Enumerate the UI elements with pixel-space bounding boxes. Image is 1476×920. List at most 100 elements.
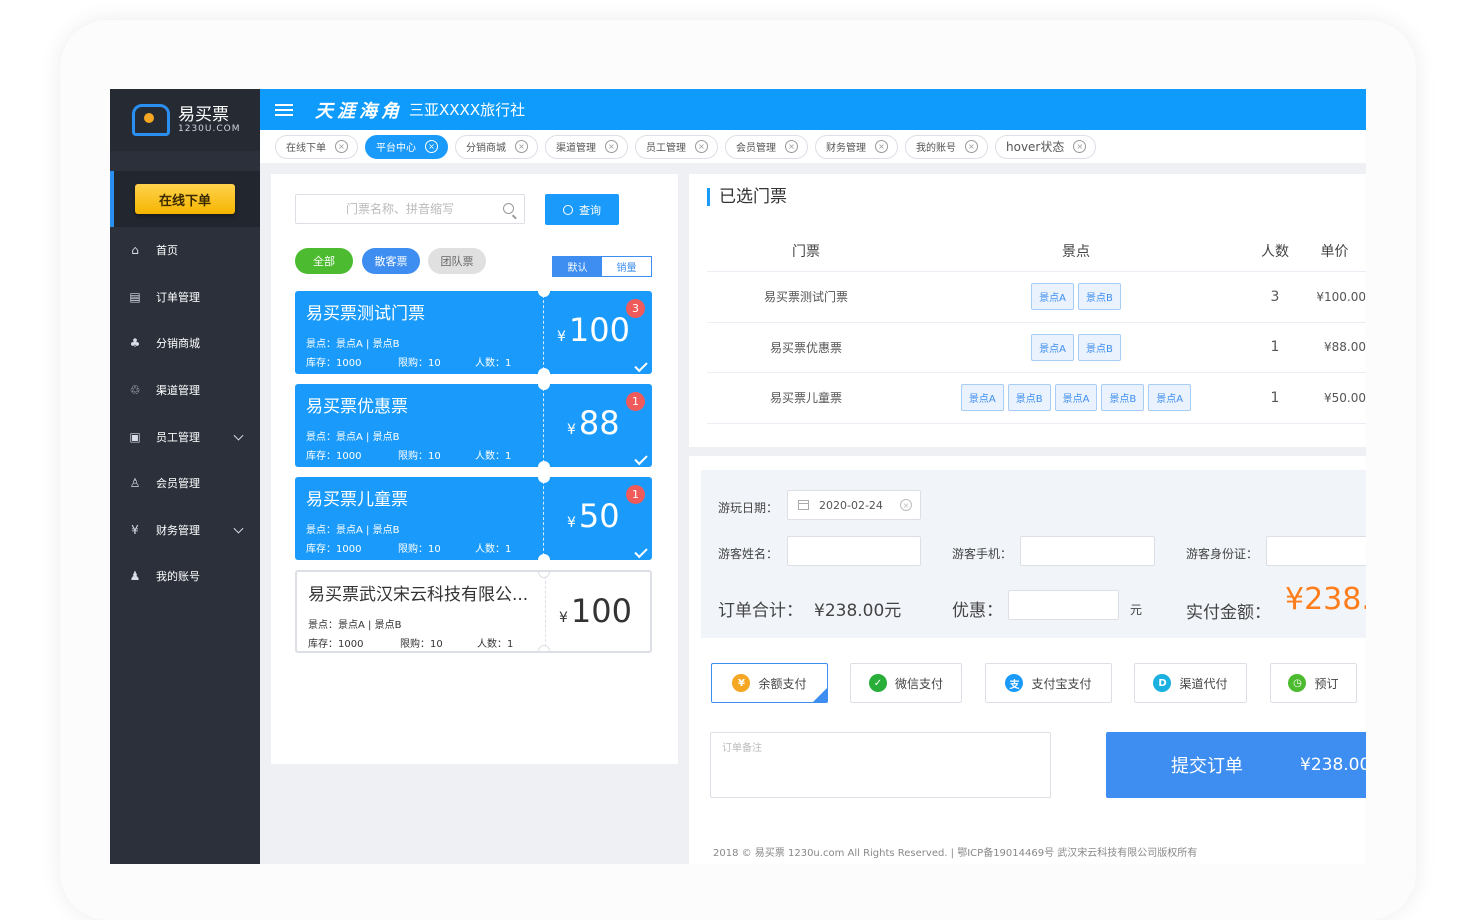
close-icon[interactable]: × — [515, 140, 528, 153]
total-value: ¥238.00元 — [814, 601, 902, 621]
ticket-count: 人数：1 — [475, 544, 512, 555]
order-remark-input[interactable] — [710, 732, 1051, 798]
close-icon[interactable]: × — [875, 140, 888, 153]
sidebar: 易买票 1230U.COM 在线下单 ⌂ 首页 ▤ 订单管理 ♣ 分销商城 ♲ 渠道管理 ▣ 员工… — [110, 89, 260, 864]
ticket-spots: 景点：景点A | 景点B — [306, 339, 400, 350]
close-icon[interactable]: × — [785, 140, 798, 153]
tab-2[interactable]: 分销商城 × — [455, 134, 538, 159]
sort-default[interactable]: 默认 — [553, 257, 602, 276]
phone-input[interactable] — [1020, 536, 1155, 566]
payment-option-0[interactable]: ¥ 余额支付 — [711, 663, 828, 703]
channel-icon: ♲ — [129, 383, 141, 398]
search-icon[interactable] — [503, 203, 514, 214]
spot-tag[interactable]: 景点B — [1077, 333, 1121, 361]
spot-tag[interactable]: 景点B — [1101, 384, 1145, 412]
tab-label: 分销商城 — [466, 143, 506, 154]
online-order-button[interactable]: 在线下单 — [135, 184, 235, 214]
spot-tag[interactable]: 景点A — [1054, 384, 1098, 412]
sidebar-item-4[interactable]: ▣ 员工管理 — [110, 413, 260, 460]
ticket-card[interactable]: 易买票测试门票 景点：景点A | 景点B 库存：1000 限购：10 人数：1 ¥100 3 — [295, 291, 652, 374]
tab-4[interactable]: 员工管理 × — [635, 134, 718, 159]
sidebar-item-1[interactable]: ▤ 订单管理 — [110, 274, 260, 321]
clear-icon[interactable]: × — [900, 499, 912, 511]
ticket-stock: 库存：1000 — [306, 358, 362, 369]
filter-all[interactable]: 全部 — [295, 248, 353, 274]
spot-tag[interactable]: 景点B — [1077, 283, 1121, 311]
payment-option-4[interactable]: ◷ 预订 — [1270, 663, 1357, 703]
check-icon — [634, 358, 648, 373]
ticket-card[interactable]: 易买票武汉宋云科技有限公... 景点：景点A | 景点B 库存：1000 限购：10 人… — [295, 570, 652, 653]
calendar-icon — [798, 500, 809, 510]
discount-input[interactable] — [1008, 590, 1119, 620]
close-icon[interactable]: × — [695, 140, 708, 153]
ticket-price-value: 50 — [578, 497, 620, 535]
ticket-card[interactable]: 易买票优惠票 景点：景点A | 景点B 库存：1000 限购：10 人数：1 ¥88 1 — [295, 384, 652, 467]
query-button[interactable]: 查询 — [545, 194, 619, 225]
filter-scatter[interactable]: 散客票 — [362, 248, 420, 274]
row-spots: 景点A 景点B — [905, 333, 1247, 361]
finance-icon: ¥ — [131, 522, 139, 537]
close-icon[interactable]: × — [605, 140, 618, 153]
row-count: 1 — [1270, 339, 1280, 356]
id-input[interactable] — [1266, 536, 1366, 566]
payment-option-3[interactable]: D 渠道代付 — [1134, 663, 1247, 703]
quantity-badge: 1 — [626, 392, 645, 411]
close-icon[interactable]: × — [335, 140, 348, 153]
payment-label: 渠道代付 — [1179, 676, 1228, 691]
spot-tag[interactable]: 景点A — [1031, 283, 1074, 311]
header-ticket: 门票 — [792, 243, 820, 260]
ticket-name: 易买票儿童票 — [306, 490, 408, 510]
topbar: 天涯海角 三亚XXXX旅行社 — [260, 89, 1366, 130]
close-icon[interactable]: × — [1073, 140, 1087, 153]
close-icon[interactable]: × — [965, 140, 978, 153]
discount-label: 优惠： — [952, 601, 1003, 621]
tab-1[interactable]: 平台中心 × — [365, 134, 448, 159]
tab-7[interactable]: 我的账号 × — [905, 134, 988, 159]
spot-tag[interactable]: 景点A — [1031, 333, 1074, 361]
chevron-down-icon[interactable] — [233, 430, 244, 441]
spot-tag[interactable]: 景点B — [1007, 384, 1051, 412]
sidebar-item-label: 订单管理 — [156, 290, 200, 304]
tab-8[interactable]: hover状态 × — [995, 134, 1097, 159]
sidebar-item-7[interactable]: ♟ 我的账号 — [110, 553, 260, 600]
spot-tag[interactable]: 景点A — [1148, 384, 1192, 412]
ticket-card[interactable]: 易买票儿童票 景点：景点A | 景点B 库存：1000 限购：10 人数：1 ¥50 1 — [295, 477, 652, 560]
account-icon: ♟ — [129, 569, 141, 584]
date-picker[interactable]: 2020-02-24 × — [787, 490, 921, 520]
sidebar-item-3[interactable]: ♲ 渠道管理 — [110, 367, 260, 414]
sidebar-item-5[interactable]: ♙ 会员管理 — [110, 460, 260, 507]
ticket-divider — [543, 295, 544, 370]
tab-3[interactable]: 渠道管理 × — [545, 134, 628, 159]
logo-icon — [132, 104, 170, 136]
footer-copyright: 2018 © 易买票 1230u.com All Rights Reserved… — [713, 848, 1198, 859]
row-price: ¥50.00 — [1324, 390, 1366, 405]
tab-6[interactable]: 财务管理 × — [815, 134, 898, 159]
sort-sales[interactable]: 销量 — [602, 257, 651, 276]
tab-0[interactable]: 在线下单 × — [275, 134, 358, 159]
sidebar-item-0[interactable]: ⌂ 首页 — [110, 227, 260, 274]
ticket-limit: 限购：10 — [398, 358, 441, 369]
header-spots: 景点 — [1062, 243, 1090, 260]
close-icon[interactable]: × — [425, 140, 438, 153]
check-icon — [634, 544, 648, 559]
submit-order-button[interactable]: 提交订单 ¥238.00 — [1106, 732, 1366, 798]
submit-label: 提交订单 — [1171, 756, 1243, 777]
header-count: 人数 — [1261, 243, 1289, 260]
order-button-row: 在线下单 — [110, 171, 260, 227]
menu-toggle-icon[interactable] — [275, 101, 293, 119]
name-input[interactable] — [787, 536, 921, 566]
payment-option-1[interactable]: ✓ 微信支付 — [850, 663, 962, 703]
sidebar-item-6[interactable]: ¥ 财务管理 — [110, 507, 260, 554]
tab-label: 我的账号 — [916, 143, 956, 154]
quantity-badge: 3 — [626, 299, 645, 318]
tab-5[interactable]: 会员管理 × — [725, 134, 808, 159]
chevron-down-icon[interactable] — [233, 523, 244, 534]
payment-option-2[interactable]: 支支付宝支付 — [985, 663, 1112, 703]
ticket-price: ¥100 — [559, 592, 649, 630]
search-input[interactable] — [296, 195, 496, 223]
sidebar-item-2[interactable]: ♣ 分销商城 — [110, 320, 260, 367]
spot-tag[interactable]: 景点A — [960, 384, 1004, 412]
sidebar-item-label: 我的账号 — [156, 570, 200, 584]
sidebar-item-label: 会员管理 — [156, 477, 200, 491]
filter-team[interactable]: 团队票 — [428, 248, 486, 274]
